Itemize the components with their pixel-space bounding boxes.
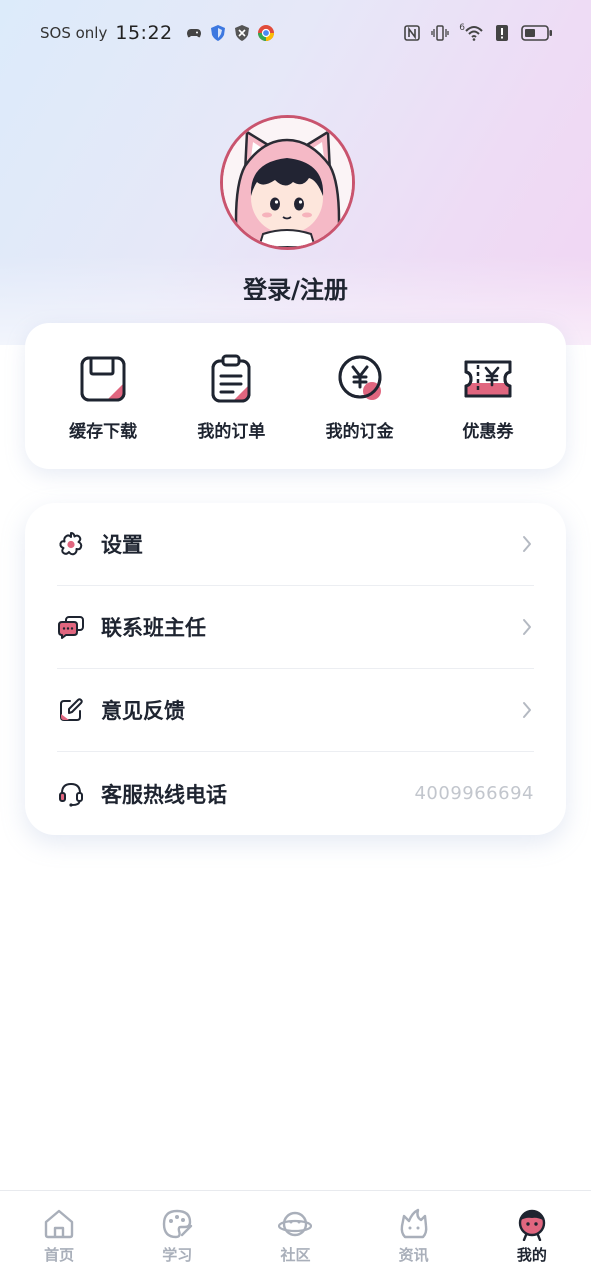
cache-download-button[interactable]: 缓存下载 xyxy=(43,353,163,442)
menu-item-settings[interactable]: 设置 xyxy=(57,503,534,586)
chat-bubbles-icon xyxy=(58,616,84,639)
alert-icon xyxy=(496,25,508,41)
status-bar: SOS only 15:22 6 xyxy=(0,0,591,66)
clock: 15:22 xyxy=(115,22,173,44)
planet-icon xyxy=(278,1211,313,1237)
quick-action-label: 缓存下载 xyxy=(69,422,138,442)
quick-action-label: 我的订金 xyxy=(325,422,394,442)
menu-label: 联系班主任 xyxy=(101,616,206,640)
login-register-link[interactable]: 登录/注册 xyxy=(0,270,591,305)
my-orders-button[interactable]: 我的订单 xyxy=(171,353,291,442)
clipboard-icon xyxy=(211,354,251,403)
nav-label: 学习 xyxy=(162,1246,193,1264)
menu-item-hotline[interactable]: 客服热线电话 4009966694 xyxy=(57,752,534,835)
nfc-icon xyxy=(404,25,421,41)
menu-label: 客服热线电话 xyxy=(101,782,227,807)
game-controller-icon xyxy=(186,29,201,38)
chevron-right-icon xyxy=(523,619,531,635)
gear-flower-icon xyxy=(59,532,83,556)
avatar[interactable] xyxy=(220,115,355,250)
quick-action-label: 我的订单 xyxy=(197,422,266,442)
wifi-icon xyxy=(465,26,483,41)
chevron-right-icon xyxy=(523,536,531,552)
nav-mine[interactable]: 我的 xyxy=(482,1207,582,1265)
nav-label: 资讯 xyxy=(398,1246,429,1264)
menu-label: 意见反馈 xyxy=(101,699,185,723)
home-icon xyxy=(44,1209,74,1239)
headset-icon xyxy=(59,782,83,807)
quick-action-label: 优惠券 xyxy=(462,422,514,442)
chrome-icon xyxy=(257,25,274,41)
floppy-disk-icon xyxy=(80,356,126,402)
vibrate-icon xyxy=(431,25,449,41)
palette-icon xyxy=(163,1209,193,1239)
yen-ticket-icon xyxy=(464,360,512,398)
nav-study[interactable]: 学习 xyxy=(127,1207,227,1265)
nav-community[interactable]: 社区 xyxy=(245,1207,345,1265)
my-deposit-button[interactable]: 我的订金 xyxy=(300,353,420,442)
nav-label: 我的 xyxy=(516,1246,547,1264)
shield-icon xyxy=(210,25,225,41)
nav-label: 首页 xyxy=(44,1246,75,1264)
coupon-button[interactable]: 优惠券 xyxy=(428,353,548,442)
nav-label: 社区 xyxy=(280,1246,311,1264)
settings-menu-card: 设置 联系班主任 意见反馈 客服热线电话 4009966694 xyxy=(25,503,566,835)
chevron-right-icon xyxy=(523,702,531,718)
edit-icon xyxy=(60,698,83,721)
yen-coin-icon xyxy=(338,355,382,400)
battery-icon xyxy=(521,25,552,41)
nav-news[interactable]: 资讯 xyxy=(364,1207,464,1265)
carrier-text: SOS only xyxy=(40,24,108,42)
menu-label: 设置 xyxy=(101,533,143,557)
menu-item-feedback[interactable]: 意见反馈 xyxy=(57,669,534,752)
menu-item-contact-teacher[interactable]: 联系班主任 xyxy=(57,586,534,669)
bottom-nav: 首页 学习 社区 资讯 我的 xyxy=(0,1190,591,1280)
security-icon xyxy=(234,25,249,41)
hotline-number[interactable]: 4009966694 xyxy=(414,783,534,804)
flame-cat-icon xyxy=(400,1208,428,1239)
nav-home[interactable]: 首页 xyxy=(9,1207,109,1265)
user-face-icon xyxy=(518,1209,546,1241)
quick-actions-card: 缓存下载 我的订单 我的订金 优惠券 xyxy=(25,323,566,469)
cat-hood-avatar-icon xyxy=(223,118,352,247)
